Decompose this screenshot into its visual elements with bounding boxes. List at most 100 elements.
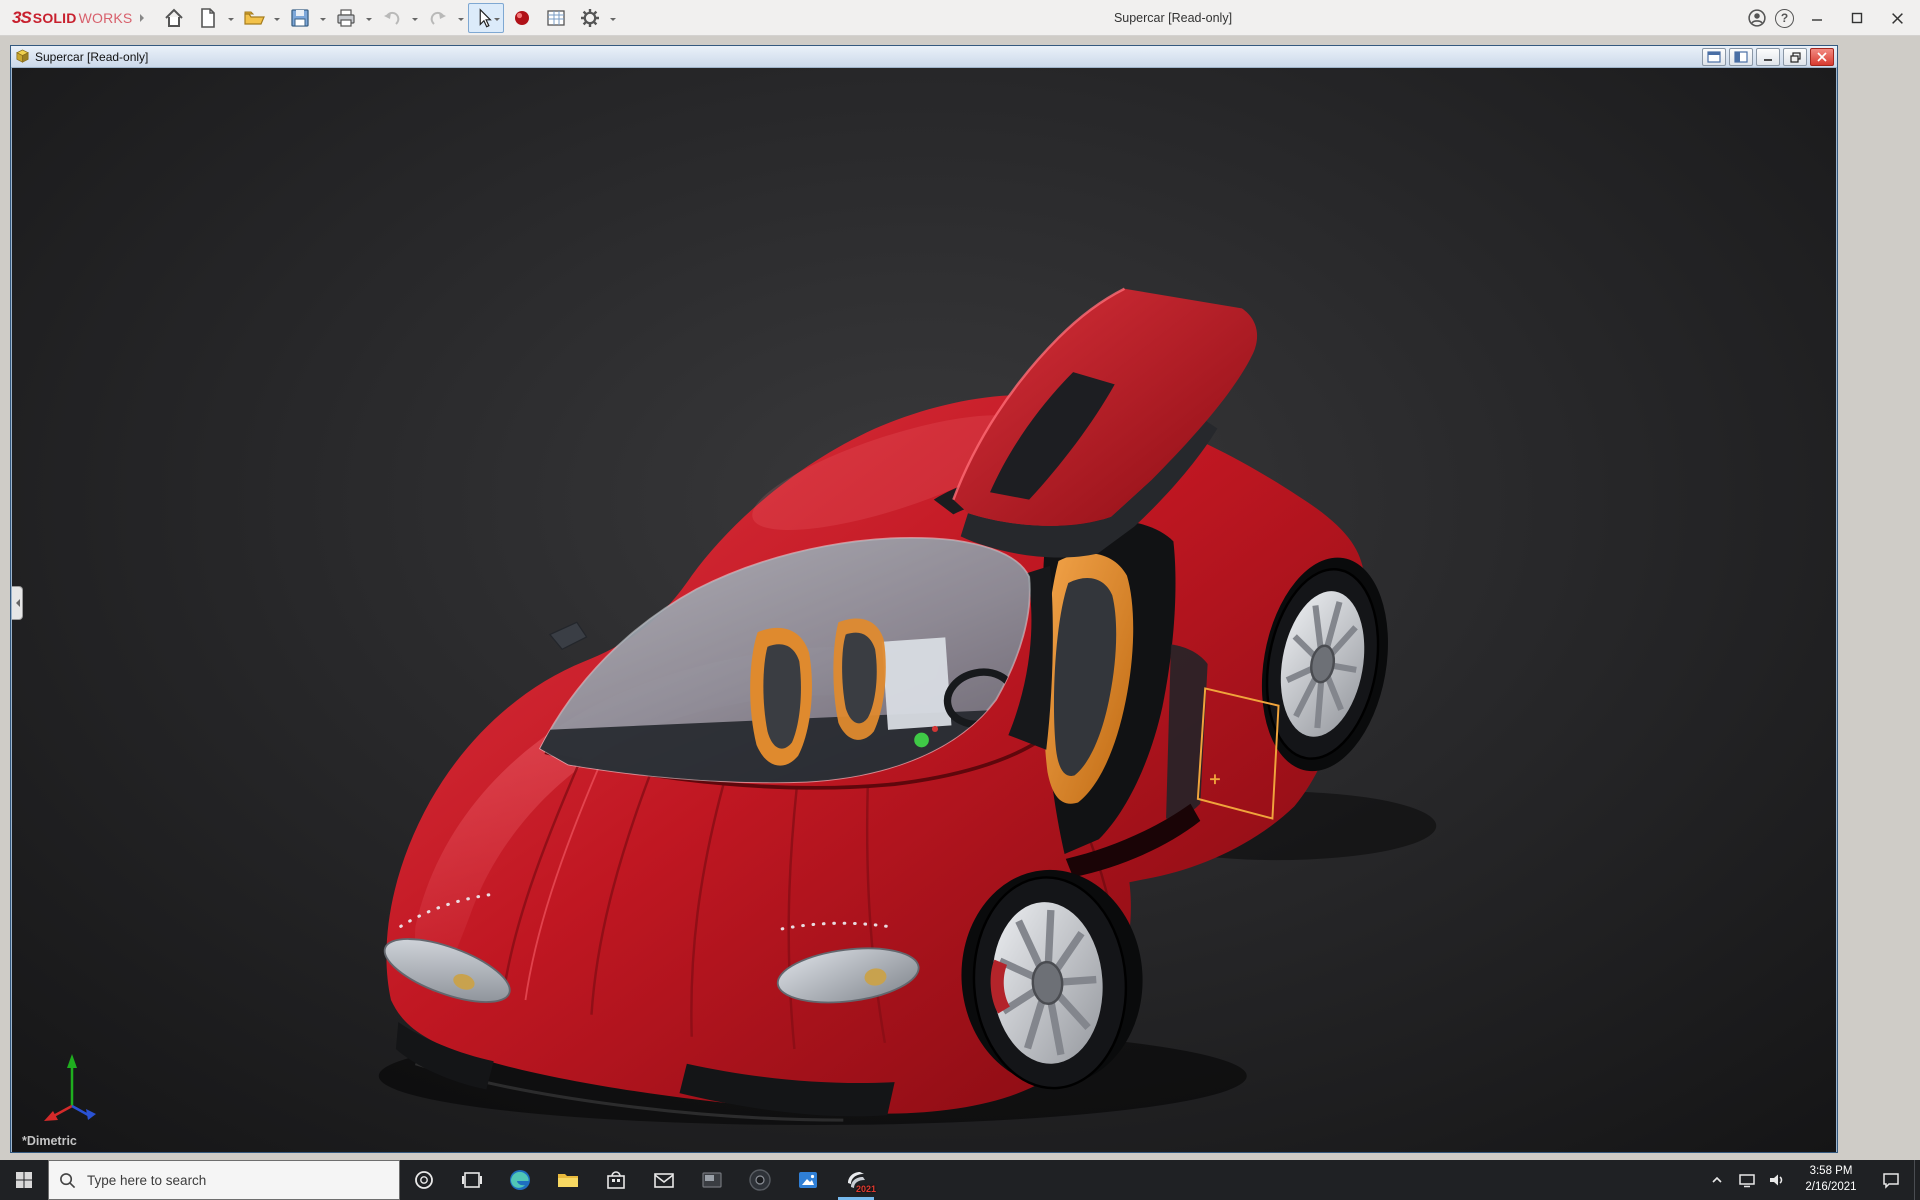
taskbar-app-edge[interactable] [496,1160,544,1200]
supercar-model[interactable] [12,68,1836,1152]
windows-logo-icon [16,1172,32,1188]
system-tray: 3:58 PM 2/16/2021 [1704,1160,1920,1200]
start-button[interactable] [0,1160,48,1200]
cortana-icon [415,1171,433,1189]
print-icon [337,8,356,27]
undo-dropdown[interactable] [410,3,420,33]
file-explorer-icon [558,1174,578,1187]
taskbar-app-media-player[interactable] [736,1160,784,1200]
home-icon [165,8,184,27]
close-app-button[interactable] [1880,3,1914,33]
solidworks-logo: 3S SOLID WORKS [12,7,133,27]
taskbar-clock[interactable]: 3:58 PM 2/16/2021 [1794,1164,1868,1195]
options-dropdown[interactable] [608,3,618,33]
snipping-tool-icon [702,1172,722,1188]
action-center-button[interactable] [1872,1160,1910,1200]
notification-icon [1883,1173,1899,1189]
volume-button[interactable] [1764,1160,1790,1200]
design-table-icon [547,9,566,26]
open-dropdown[interactable] [272,3,282,33]
user-account-icon [1748,9,1766,27]
print-dropdown[interactable] [364,3,374,33]
redo-dropdown[interactable] [456,3,466,33]
undo-icon [384,11,400,25]
hidden-icons-button[interactable] [1704,1160,1730,1200]
minimize-icon [1764,59,1772,61]
print-button[interactable] [330,3,362,33]
save-dropdown[interactable] [318,3,328,33]
restore-icon [1789,51,1801,63]
close-icon [1817,52,1827,62]
close-icon [1891,12,1903,24]
featuremanager-expand-tab[interactable] [12,586,23,620]
taskbar-search[interactable] [48,1160,400,1200]
close-doc-button[interactable] [1810,48,1834,66]
home-button[interactable] [158,3,190,33]
taskbar-app-file-explorer[interactable] [544,1160,592,1200]
part-document-icon [16,49,29,63]
media-player-icon [749,1169,771,1191]
show-desktop-button[interactable] [1914,1160,1920,1200]
select-tool-button[interactable] [468,2,505,33]
taskbar-app-store[interactable] [592,1160,640,1200]
tile-right-button[interactable] [1729,48,1753,66]
document-title: Supercar [Read-only] [35,49,149,64]
search-input[interactable] [85,1171,365,1189]
options-gear-icon [581,8,600,27]
taskbar-app-snipping-tool[interactable] [688,1160,736,1200]
menu-expand-arrow-icon[interactable] [140,13,148,22]
options-button[interactable] [574,3,606,33]
photos-icon [799,1172,817,1188]
clock-date: 2/16/2021 [1805,1181,1857,1193]
help-icon: ? [1780,11,1789,25]
new-document-icon [201,7,216,28]
task-view-icon [462,1172,482,1188]
new-document-button[interactable] [192,3,224,33]
app-titlebar: 3S SOLID WORKS Supercar [Read-only] ? [0,0,1920,36]
redo-icon [431,11,447,25]
minimize-app-button[interactable] [1800,3,1834,33]
reference-triad [44,1054,96,1121]
document-titlebar[interactable]: Supercar [Read-only] [11,46,1837,68]
open-folder-icon [244,11,266,25]
graphics-viewport[interactable]: *Dimetric [12,68,1836,1152]
undo-button[interactable] [376,3,408,33]
minimize-doc-button[interactable] [1756,48,1780,66]
help-button[interactable]: ? [1775,8,1794,28]
appearances-button[interactable] [506,3,538,33]
network-button[interactable] [1734,1160,1760,1200]
maximize-icon [1851,12,1863,24]
side-mirror [548,621,588,651]
taskbar-app-mail[interactable] [640,1160,688,1200]
mail-icon [654,1173,674,1188]
tile-left-button[interactable] [1702,48,1726,66]
save-button[interactable] [284,3,316,33]
network-icon [1739,1174,1755,1188]
volume-icon [1770,1174,1783,1186]
account-button[interactable] [1745,6,1769,30]
minimize-icon [1812,19,1822,21]
windows-taskbar: 2021 3:58 PM 2/16/2021 [0,1160,1920,1200]
app-window-title: Supercar [Read-only] [1113,11,1233,25]
select-dropdown-caret[interactable] [494,18,501,24]
redo-button[interactable] [422,3,454,33]
design-table-button[interactable] [540,3,572,33]
document-window: Supercar [Read-only] *Dimetric [10,45,1838,1153]
clock-time: 3:58 PM [1809,1165,1853,1178]
task-view-button[interactable] [448,1160,496,1200]
cortana-button[interactable] [400,1160,448,1200]
view-orientation-label: *Dimetric [22,1134,77,1148]
taskbar-app-photos[interactable] [784,1160,832,1200]
store-icon [607,1171,625,1189]
tile-right-icon [1734,51,1748,63]
quick-access-toolbar [158,2,618,33]
open-button[interactable] [238,3,270,33]
chevron-up-icon [1712,1176,1722,1183]
search-icon [60,1172,76,1188]
taskbar-app-solidworks[interactable]: 2021 [832,1160,880,1200]
restore-doc-button[interactable] [1783,48,1807,66]
save-icon [291,8,310,27]
select-arrow-icon [480,7,493,27]
maximize-app-button[interactable] [1840,3,1874,33]
new-document-dropdown[interactable] [226,3,236,33]
